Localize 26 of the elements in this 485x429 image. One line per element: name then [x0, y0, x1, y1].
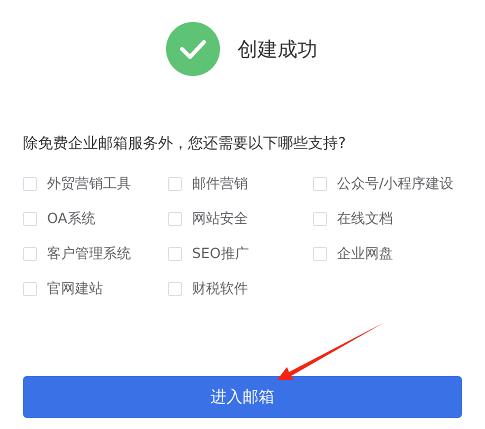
option-label: 在线文档 [337, 210, 393, 228]
question-text: 除免费企业邮箱服务外，您还需要以下哪些支持? [23, 133, 347, 153]
checkbox[interactable] [168, 212, 182, 226]
checkbox[interactable] [23, 176, 37, 190]
option-label: OA系统 [47, 210, 96, 228]
checkbox[interactable] [23, 246, 37, 260]
checkbox[interactable] [313, 176, 327, 190]
option-label: 财税软件 [192, 280, 248, 298]
option-label: 企业网盘 [337, 244, 393, 262]
option-label: 邮件营销 [192, 174, 248, 192]
checkbox[interactable] [168, 176, 182, 190]
option-label: 网站安全 [192, 210, 248, 228]
checkbox[interactable] [23, 212, 37, 226]
checkbox[interactable] [168, 246, 182, 260]
checkbox[interactable] [23, 282, 37, 296]
option-label: 公众号/小程序建设 [337, 174, 454, 192]
option-label: SEO推广 [192, 244, 249, 262]
success-check-icon [166, 22, 220, 76]
checkbox[interactable] [313, 246, 327, 260]
enter-mailbox-button[interactable]: 进入邮箱 [23, 376, 462, 418]
option-label: 官网建站 [47, 280, 103, 298]
option-label: 外贸营销工具 [47, 174, 131, 192]
checkbox[interactable] [168, 282, 182, 296]
checkbox[interactable] [313, 212, 327, 226]
success-title: 创建成功 [238, 36, 318, 62]
option-label: 客户管理系统 [47, 244, 131, 262]
